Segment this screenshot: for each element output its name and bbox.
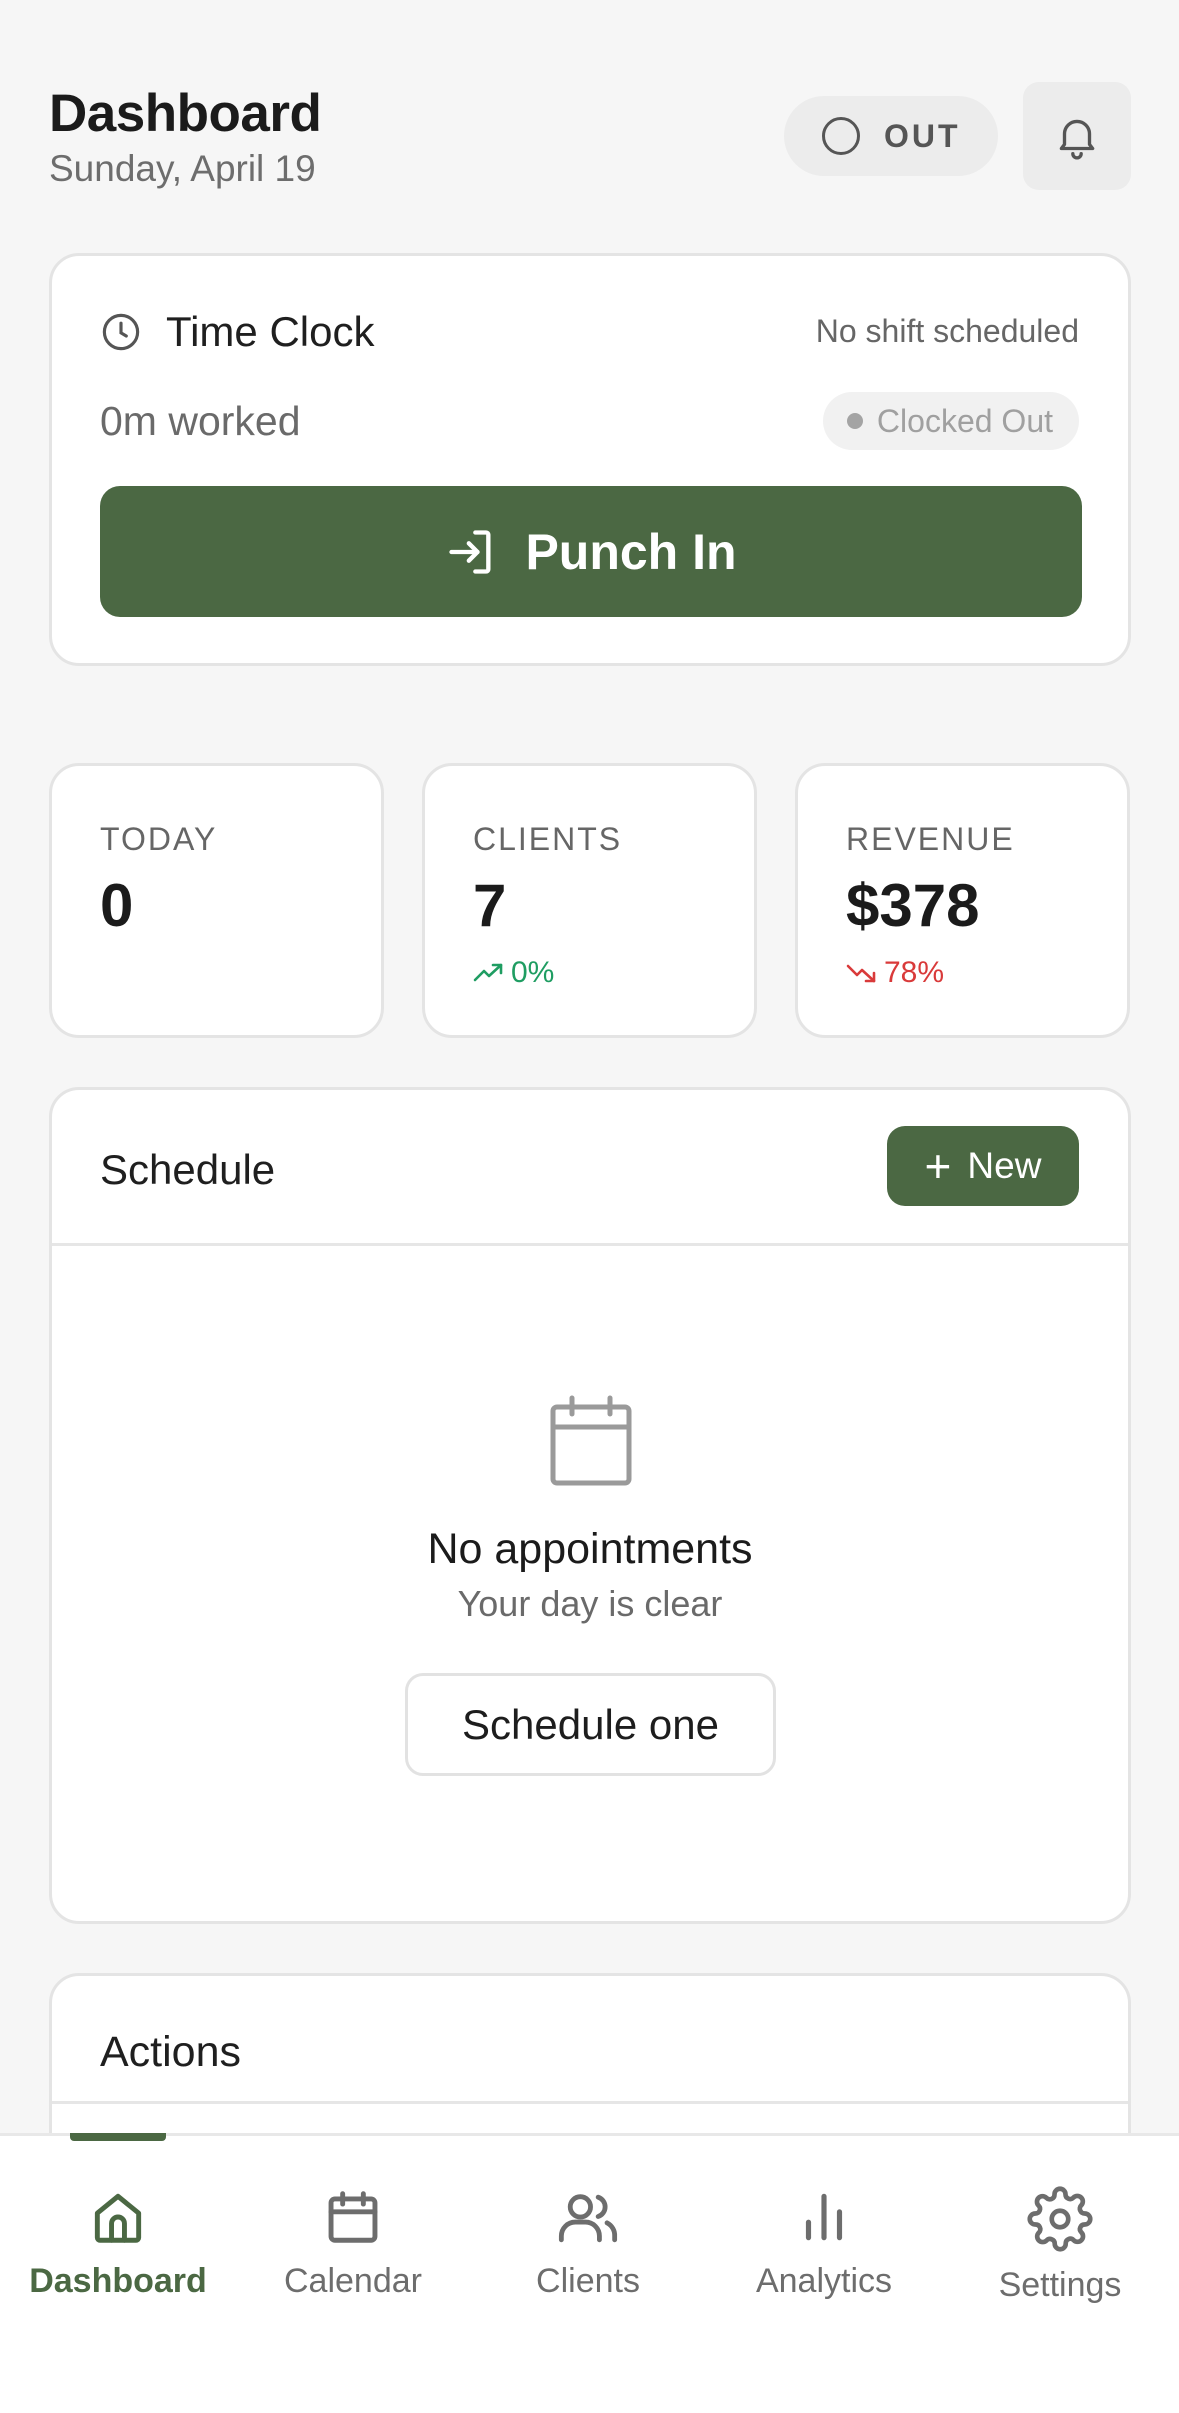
stat-card-revenue[interactable]: REVENUE $378 78% bbox=[795, 763, 1130, 1038]
dashboard-scroll-area[interactable]: Dashboard Sunday, April 19 OUT Time Cloc… bbox=[0, 0, 1179, 2133]
plus-icon: + bbox=[924, 1140, 952, 1192]
trend-up-icon bbox=[473, 963, 503, 982]
clock-status-label: OUT bbox=[884, 117, 961, 154]
home-icon bbox=[94, 2193, 142, 2243]
nav-label: Calendar bbox=[284, 2262, 422, 2300]
stat-trend: 0% bbox=[473, 956, 554, 990]
bottom-nav: Dashboard Calendar Clients Analytics Set… bbox=[0, 2133, 1179, 2413]
stat-card-today[interactable]: TODAY 0 bbox=[49, 763, 384, 1038]
stat-card-clients[interactable]: CLIENTS 7 0% bbox=[422, 763, 757, 1038]
notifications-button[interactable] bbox=[1023, 82, 1131, 190]
time-worked: 0m worked bbox=[100, 398, 301, 444]
stat-label: CLIENTS bbox=[473, 821, 623, 857]
nav-item-settings[interactable]: Settings bbox=[942, 2186, 1178, 2326]
punch-in-button[interactable]: Punch In bbox=[100, 486, 1082, 617]
stat-label: REVENUE bbox=[846, 821, 1015, 857]
nav-label: Clients bbox=[536, 2262, 640, 2300]
time-clock-card: Time Clock No shift scheduled 0m worked … bbox=[49, 253, 1131, 666]
clock-status-toggle[interactable]: OUT bbox=[784, 96, 998, 176]
nav-label: Dashboard bbox=[29, 2262, 207, 2300]
nav-item-analytics[interactable]: Analytics bbox=[706, 2186, 942, 2326]
actions-card: Actions bbox=[49, 1973, 1131, 2133]
users-icon bbox=[558, 2194, 618, 2243]
nav-item-dashboard[interactable]: Dashboard bbox=[0, 2186, 236, 2326]
gear-icon bbox=[1027, 2186, 1093, 2252]
clock-icon bbox=[102, 313, 140, 351]
status-dot bbox=[846, 413, 863, 429]
schedule-title: Schedule bbox=[100, 1146, 276, 1193]
stat-value: $378 bbox=[846, 872, 980, 939]
nav-item-calendar[interactable]: Calendar bbox=[235, 2186, 471, 2326]
calendar-empty-icon bbox=[550, 1395, 632, 1486]
stat-value: 7 bbox=[473, 872, 507, 939]
schedule-card: Schedule + New No appointments Your day … bbox=[49, 1087, 1131, 1924]
trend-value: 78% bbox=[884, 956, 945, 989]
login-arrow-icon bbox=[449, 529, 491, 574]
nav-label: Analytics bbox=[755, 2262, 893, 2300]
clocked-out-label: Clocked Out bbox=[876, 402, 1053, 439]
bar-chart-icon bbox=[805, 2193, 843, 2241]
shift-status: No shift scheduled bbox=[815, 313, 1079, 349]
trend-value: 0% bbox=[511, 956, 555, 989]
nav-label: Settings bbox=[998, 2266, 1122, 2304]
nav-item-clients[interactable]: Clients bbox=[470, 2186, 706, 2326]
empty-state-title: No appointments bbox=[427, 1525, 753, 1573]
trend-down-icon bbox=[846, 964, 876, 983]
new-label: New bbox=[967, 1145, 1042, 1186]
new-appointment-button[interactable]: + New bbox=[887, 1126, 1079, 1206]
stat-label: TODAY bbox=[100, 821, 218, 857]
schedule-one-button[interactable]: Schedule one bbox=[405, 1673, 776, 1776]
status-circle-icon bbox=[822, 117, 860, 155]
stat-trend: 78% bbox=[846, 956, 944, 990]
actions-title: Actions bbox=[100, 2028, 242, 2076]
clocked-out-badge: Clocked Out bbox=[822, 392, 1079, 450]
divider bbox=[52, 1243, 1128, 1246]
active-tab-indicator bbox=[70, 2133, 166, 2141]
divider bbox=[52, 2101, 1128, 2104]
page-header: Dashboard Sunday, April 19 OUT bbox=[49, 82, 1131, 202]
stat-value: 0 bbox=[100, 872, 134, 939]
bell-icon bbox=[1059, 119, 1095, 160]
empty-state-subtitle: Your day is clear bbox=[457, 1583, 723, 1624]
calendar-icon bbox=[328, 2191, 378, 2243]
time-clock-header: Time Clock bbox=[100, 308, 374, 356]
punch-in-label: Punch In bbox=[525, 523, 737, 580]
time-clock-title: Time Clock bbox=[166, 308, 375, 355]
